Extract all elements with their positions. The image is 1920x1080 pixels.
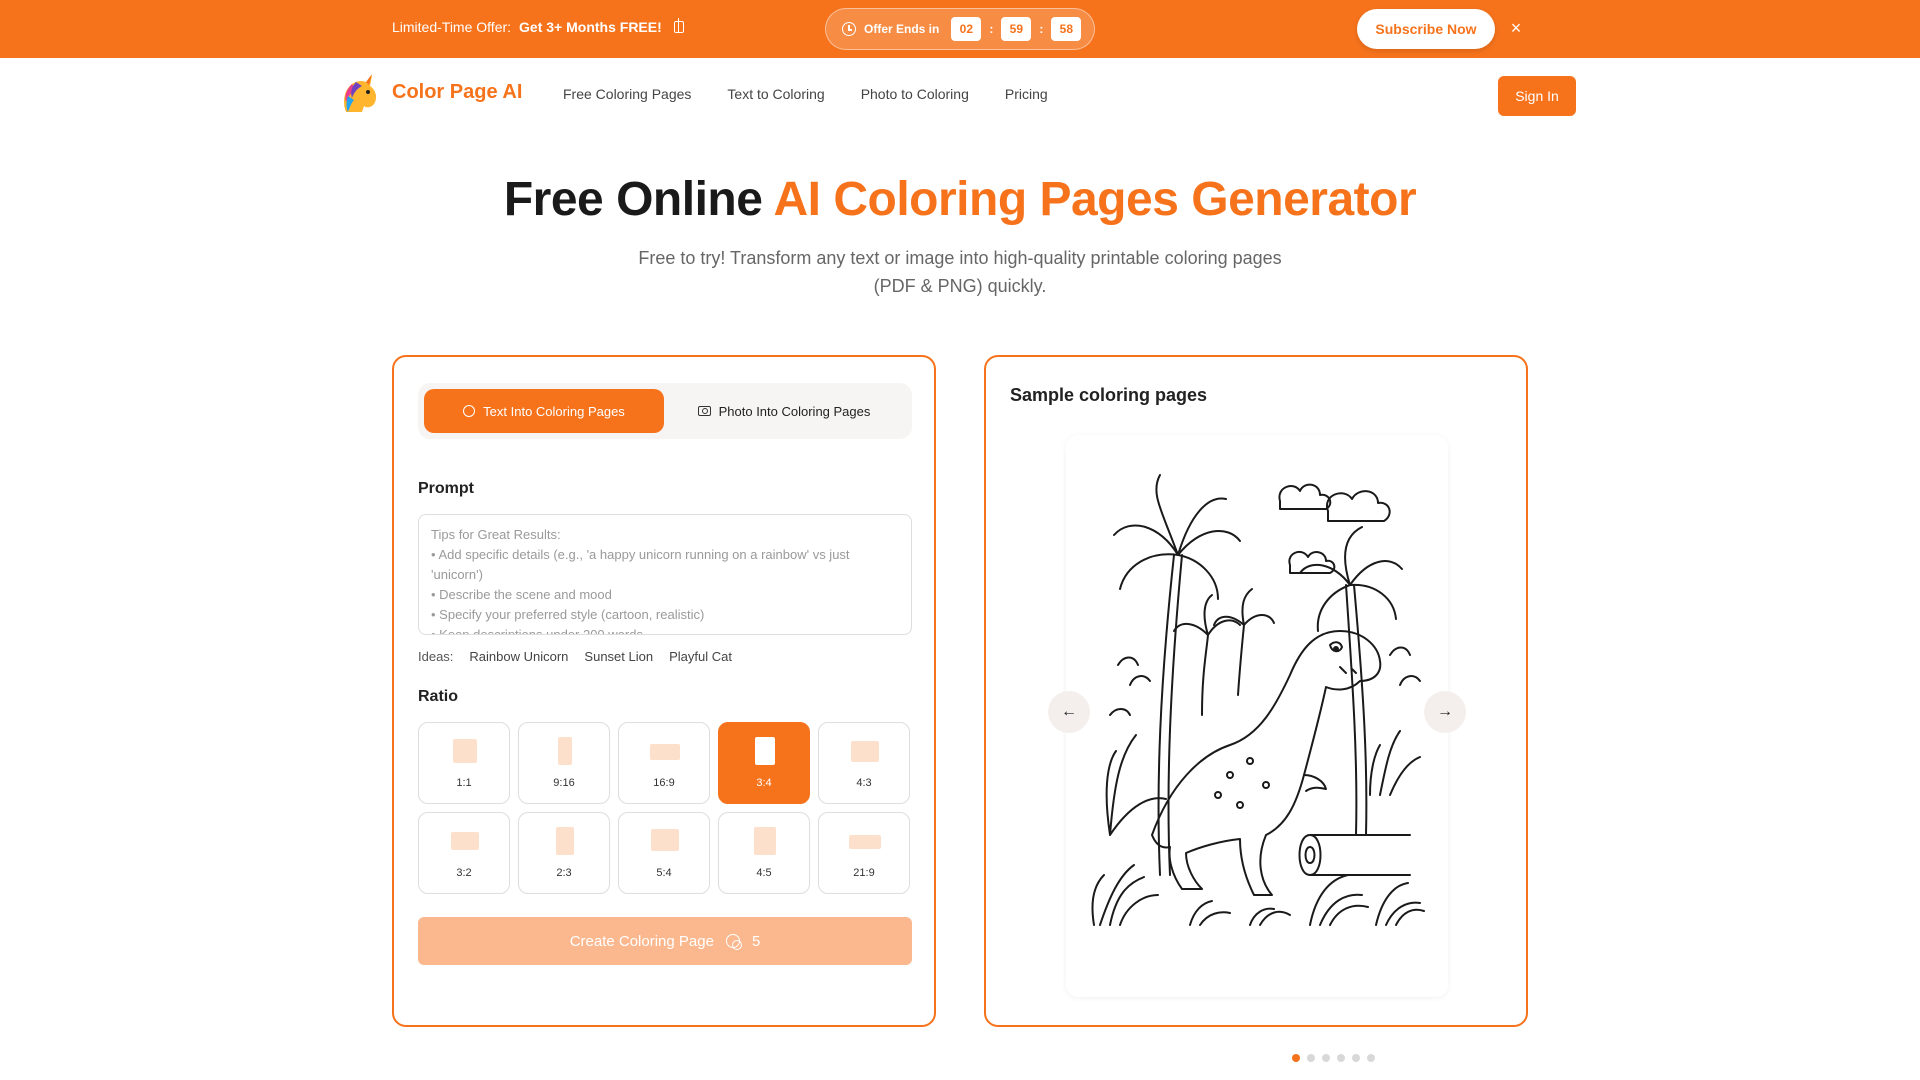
ratio-option-label: 21:9 — [853, 867, 875, 879]
idea-chip-sunset-lion[interactable]: Sunset Lion — [584, 649, 653, 664]
credit-cost: 5 — [751, 932, 761, 950]
page-title: Free Online AI Coloring Pages Generator — [0, 172, 1920, 227]
palette-icon — [463, 405, 476, 417]
unicorn-logo-icon[interactable] — [338, 72, 382, 118]
nav-link-text-to-coloring[interactable]: Text to Coloring — [727, 86, 824, 102]
ratio-option-label: 3:4 — [756, 777, 772, 789]
tab-label: Photo Into Coloring Pages — [718, 403, 871, 419]
ratio-option-5-4[interactable]: 5:4 — [618, 812, 710, 894]
ratio-shape — [755, 737, 775, 765]
nav-link-pricing[interactable]: Pricing — [1005, 86, 1048, 102]
countdown-hours: 02 — [951, 17, 982, 41]
carousel-dot-4[interactable] — [1337, 1054, 1345, 1062]
generator-panel: Text Into Coloring Pages Photo Into Colo… — [392, 355, 936, 1027]
ratio-shape — [650, 744, 680, 760]
camera-icon — [697, 406, 711, 416]
ratio-shape — [851, 741, 879, 762]
promo-offer: Limited-Time Offer: Get 3+ Months FREE! — [392, 18, 684, 35]
ratio-option-label: 5:4 — [656, 867, 672, 879]
carousel-dot-3[interactable] — [1322, 1054, 1330, 1062]
ideas-row: Ideas: Rainbow Unicorn Sunset Lion Playf… — [418, 649, 732, 664]
ratio-shape — [556, 827, 574, 855]
nav-link-photo-to-coloring[interactable]: Photo to Coloring — [861, 86, 969, 102]
title-plain: Free Online — [503, 173, 763, 226]
credits-icon — [725, 934, 742, 950]
countdown-minutes: 59 — [1001, 17, 1032, 41]
prompt-input[interactable]: Tips for Great Results: • Add specific d… — [418, 514, 912, 635]
ratio-option-9-16[interactable]: 9:16 — [518, 722, 610, 804]
ratio-option-2-3[interactable]: 2:3 — [518, 812, 610, 894]
close-icon[interactable]: × — [1506, 17, 1526, 39]
arrow-right-icon[interactable]: → — [1424, 691, 1466, 733]
ratio-option-21-9[interactable]: 21:9 — [818, 812, 910, 894]
tab-text-into-coloring-pages[interactable]: Text Into Coloring Pages — [424, 389, 664, 433]
ratio-shape — [453, 739, 477, 763]
sample-carousel — [1066, 435, 1448, 1062]
arrow-left-icon[interactable]: ← — [1048, 691, 1090, 733]
clock-icon — [842, 22, 856, 36]
subscribe-now-button[interactable]: Subscribe Now — [1357, 9, 1495, 49]
carousel-dots — [1292, 1054, 1375, 1062]
carousel-dot-2[interactable] — [1307, 1054, 1315, 1062]
carousel-dot-5[interactable] — [1352, 1054, 1360, 1062]
ratio-option-label: 9:16 — [553, 777, 575, 789]
create-coloring-page-button[interactable]: Create Coloring Page 5 — [418, 917, 912, 965]
ratio-option-16-9[interactable]: 16:9 — [618, 722, 710, 804]
ratio-option-3-2[interactable]: 3:2 — [418, 812, 510, 894]
countdown-separator: : — [989, 22, 994, 36]
carousel-dot-1[interactable] — [1292, 1054, 1300, 1062]
nav-links: Free Coloring Pages Text to Coloring Pho… — [563, 86, 1048, 102]
title-accent: AI Coloring Pages Generator — [773, 173, 1417, 226]
countdown-seconds: 58 — [1051, 17, 1082, 41]
idea-chip-playful-cat[interactable]: Playful Cat — [669, 649, 732, 664]
page-subtitle: Free to try! Transform any text or image… — [638, 248, 1282, 296]
ratio-option-1-1[interactable]: 1:1 — [418, 722, 510, 804]
main-nav: Color Page AI Free Coloring Pages Text t… — [0, 58, 1920, 130]
ratio-option-label: 4:3 — [856, 777, 872, 789]
ratio-shape — [754, 827, 776, 855]
promo-banner: Limited-Time Offer: Get 3+ Months FREE! … — [0, 0, 1920, 58]
carousel-dot-6[interactable] — [1367, 1054, 1375, 1062]
ratio-label: Ratio — [418, 688, 458, 705]
ratio-option-3-4[interactable]: 3:4 — [718, 722, 810, 804]
sample-coloring-image[interactable] — [1090, 455, 1426, 945]
tab-photo-into-coloring-pages[interactable]: Photo Into Coloring Pages — [664, 389, 904, 433]
ratio-option-4-3[interactable]: 4:3 — [818, 722, 910, 804]
ratio-option-label: 4:5 — [756, 867, 772, 879]
tab-label: Text Into Coloring Pages — [483, 403, 625, 419]
brand-name[interactable]: Color Page AI — [392, 81, 522, 104]
ratio-option-label: 2:3 — [556, 867, 572, 879]
ratio-option-label: 3:2 — [456, 867, 472, 879]
samples-title: Sample coloring pages — [1010, 385, 1208, 405]
prompt-label: Prompt — [418, 480, 474, 497]
countdown-separator: : — [1039, 22, 1044, 36]
countdown-label: Offer Ends in — [864, 22, 940, 36]
samples-panel: Sample coloring pages ← → — [984, 355, 1528, 1062]
ratio-shape — [558, 737, 572, 765]
idea-chip-rainbow-unicorn[interactable]: Rainbow Unicorn — [469, 649, 568, 664]
gift-icon — [673, 18, 684, 33]
mode-tabs: Text Into Coloring Pages Photo Into Colo… — [418, 383, 912, 439]
ideas-label: Ideas: — [418, 649, 454, 664]
create-button-label: Create Coloring Page — [569, 932, 714, 950]
nav-link-free-coloring-pages[interactable]: Free Coloring Pages — [563, 86, 691, 102]
ratio-option-4-5[interactable]: 4:5 — [718, 812, 810, 894]
offer-countdown: Offer Ends in 02 : 59 : 58 — [825, 8, 1095, 50]
promo-offer-highlight: Get 3+ Months FREE! — [519, 19, 662, 35]
ratio-option-label: 1:1 — [456, 777, 472, 789]
ratio-shape — [849, 835, 881, 849]
promo-offer-prefix: Limited-Time Offer: — [392, 19, 512, 35]
ratio-option-label: 16:9 — [653, 777, 675, 789]
ratio-shape — [651, 829, 679, 851]
ratio-shape — [451, 832, 479, 850]
sign-in-button[interactable]: Sign In — [1498, 76, 1576, 116]
